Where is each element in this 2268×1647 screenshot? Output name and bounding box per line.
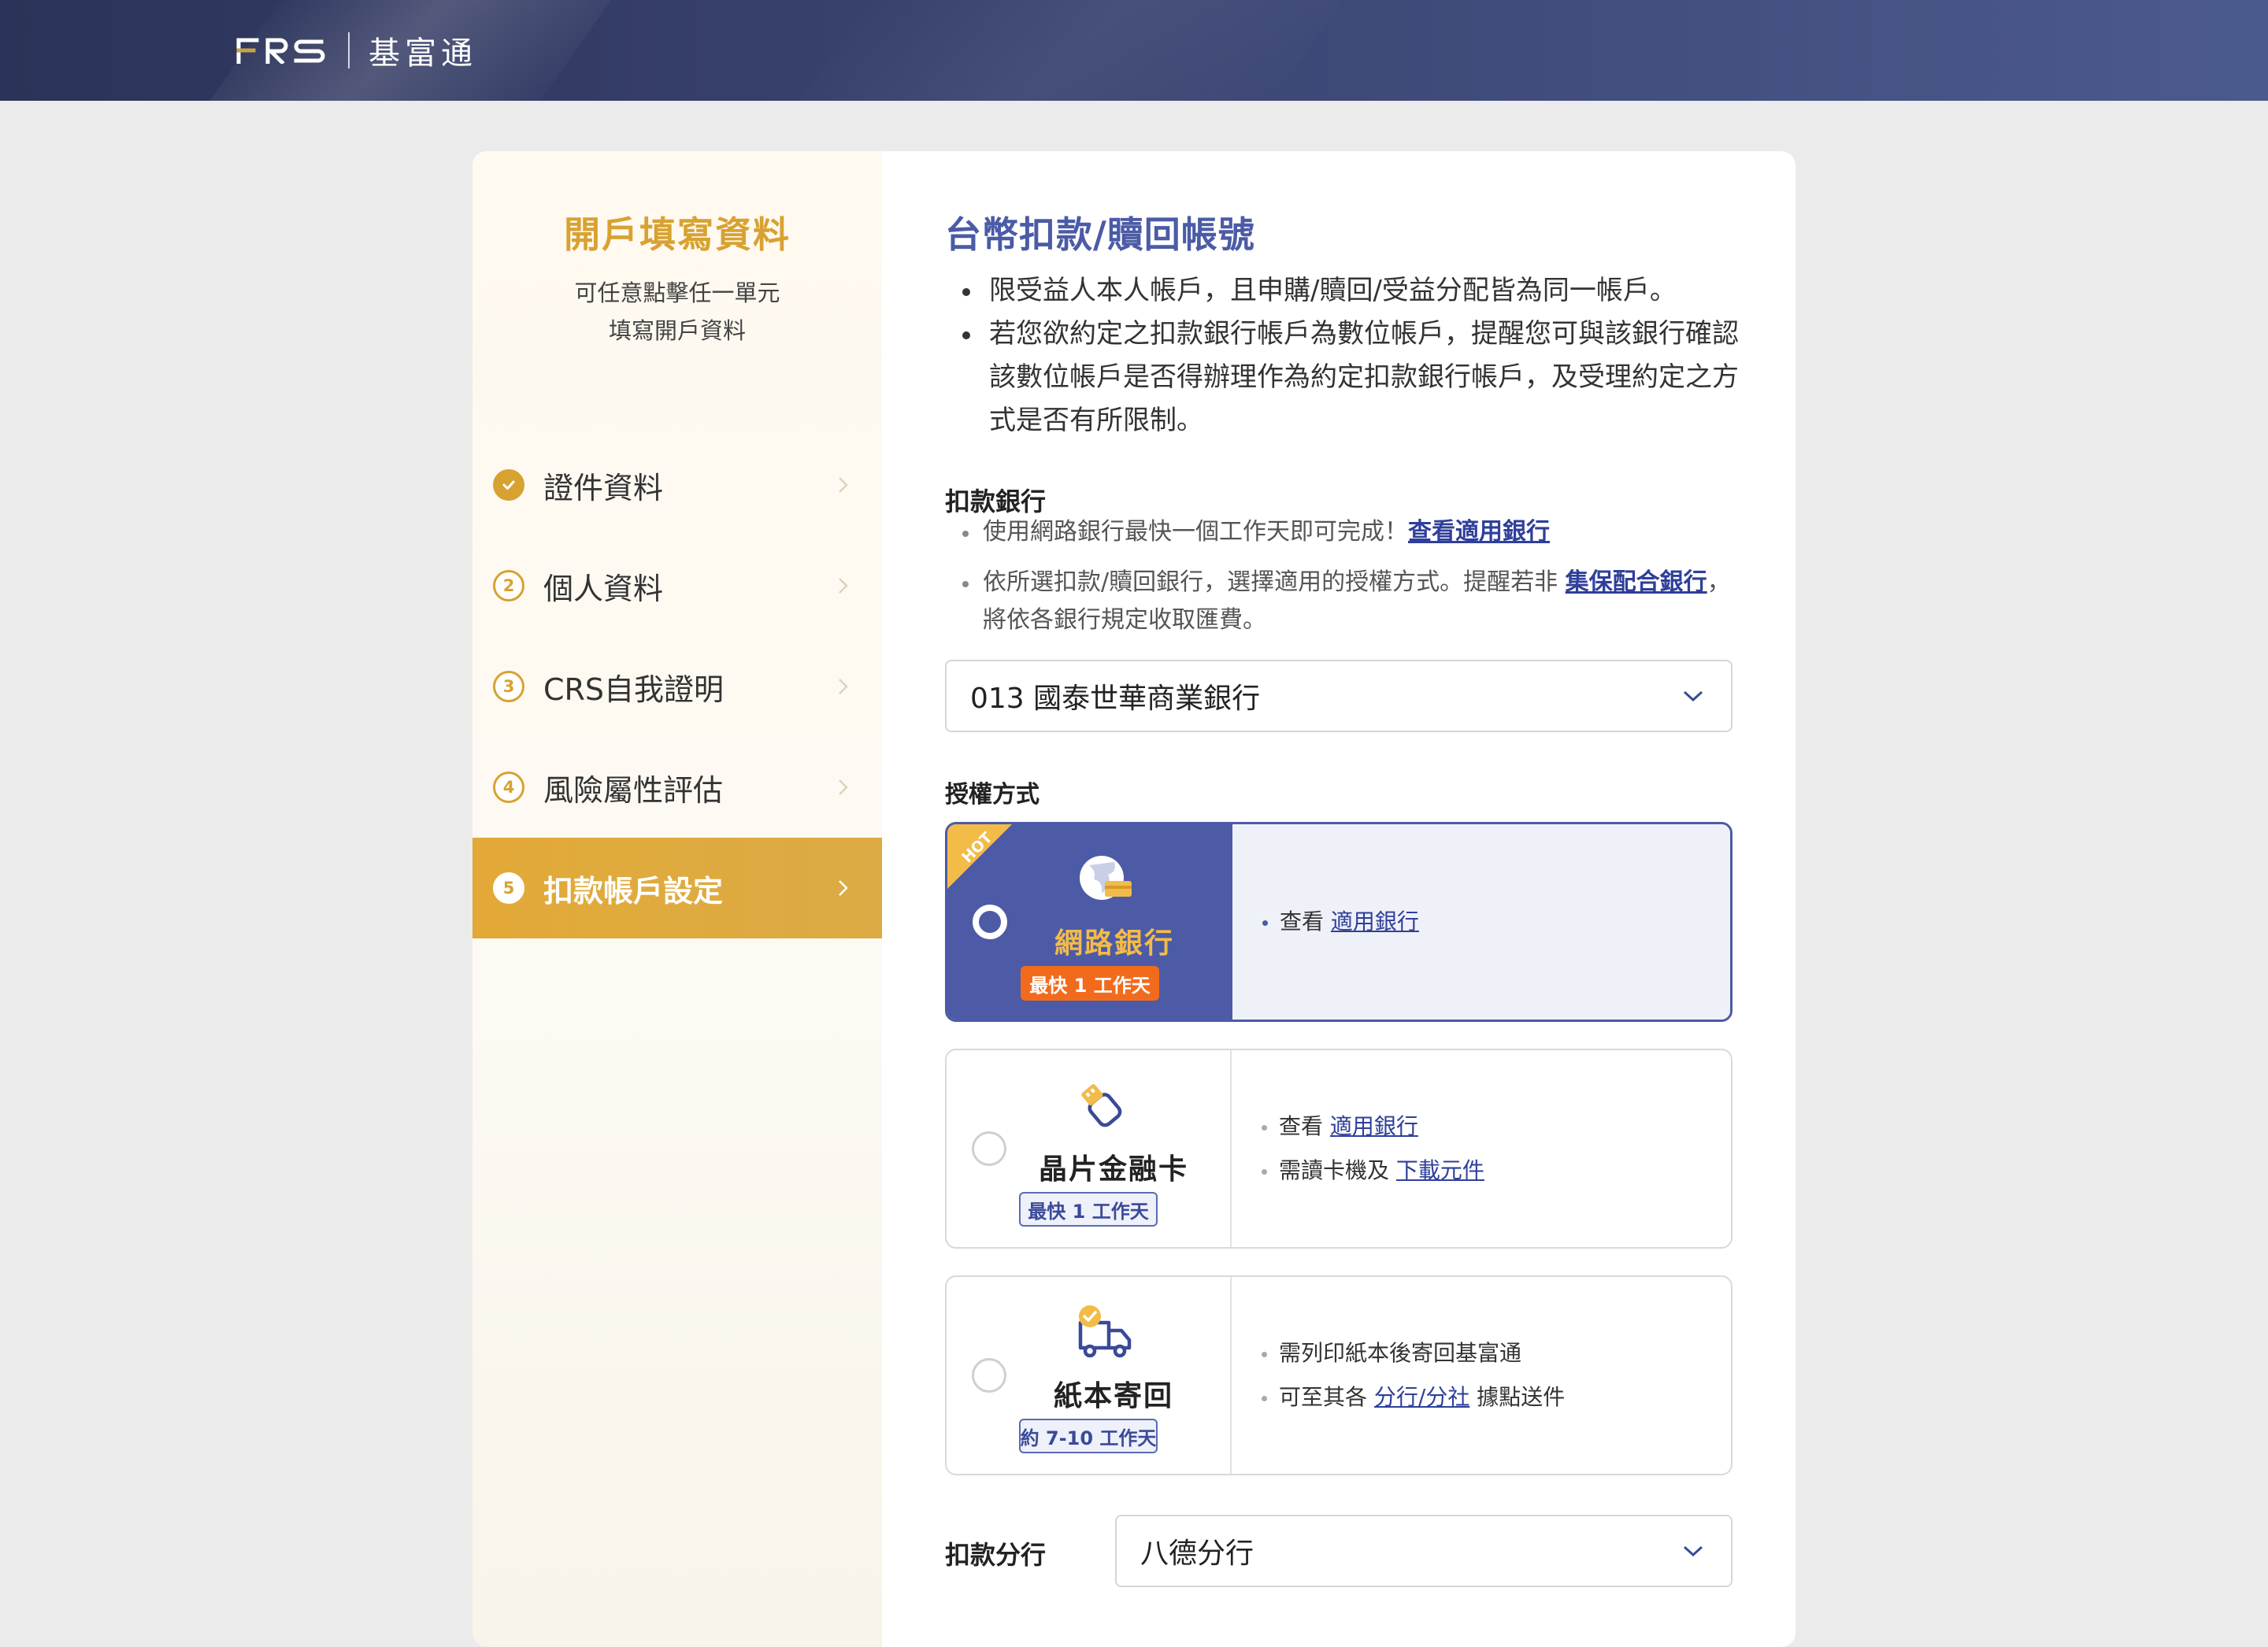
- detail-line: 需讀卡機及 下載元件: [1260, 1149, 1484, 1193]
- processing-time-badge: 最快 1 工作天: [1021, 966, 1159, 1001]
- bank-note-text: 使用網路銀行最快一個工作天即可完成！: [983, 518, 1408, 546]
- sidebar-item-label: 個人資料: [543, 571, 664, 606]
- sidebar-item-id-documents[interactable]: 證件資料: [472, 435, 882, 535]
- radio-button[interactable]: [972, 1131, 1006, 1166]
- applicable-banks-link[interactable]: 查看適用銀行: [1408, 518, 1550, 546]
- radio-button[interactable]: [972, 1358, 1006, 1393]
- applicable-banks-link[interactable]: 適用銀行: [1331, 909, 1419, 935]
- hot-ribbon: HOT: [947, 824, 1012, 889]
- bank-notes: 使用網路銀行最快一個工作天即可完成！查看適用銀行 依所選扣款/贖回銀行，選擇適用…: [945, 513, 1732, 639]
- bank-note: 依所選扣款/贖回銀行，選擇適用的授權方式。提醒若非 集保配合銀行，將依各銀行規定…: [945, 564, 1732, 639]
- check-icon: [493, 469, 524, 501]
- rule-item: 限受益人本人帳戶，且申購/贖回/受益分配皆為同一帳戶。: [945, 269, 1748, 313]
- rule-item: 若您欲約定之扣款銀行帳戶為數位帳戶，提醒您可與該銀行確認該數位帳戶是否得辦理作為…: [945, 313, 1748, 442]
- delivery-truck-icon: [1078, 1305, 1132, 1358]
- auth-option-chip-card[interactable]: 晶片金融卡 最快 1 工作天 查看 適用銀行 需讀卡機及 下載元件: [945, 1049, 1732, 1249]
- chevron-right-icon: [839, 880, 848, 896]
- step-number-badge: 4: [493, 772, 524, 803]
- auth-option-summary: 晶片金融卡 最快 1 工作天: [947, 1050, 1232, 1247]
- processing-time-badge: 最快 1 工作天: [1019, 1192, 1158, 1227]
- auth-option-details: 需列印紙本後寄回基富通 可至其各 分行/分社 據點送件: [1232, 1277, 1731, 1474]
- frs-logo-mark: [236, 37, 328, 64]
- rules-list: 限受益人本人帳戶，且申購/贖回/受益分配皆為同一帳戶。 若您欲約定之扣款銀行帳戶…: [945, 269, 1748, 442]
- sidebar-title: 開戶填寫資料: [564, 213, 791, 256]
- applicable-banks-link[interactable]: 適用銀行: [1330, 1113, 1418, 1139]
- brand-logo[interactable]: 基富通: [236, 28, 477, 72]
- branch-section-label: 扣款分行: [945, 1540, 1047, 1570]
- download-component-link[interactable]: 下載元件: [1396, 1157, 1484, 1183]
- detail-line: 查看 適用銀行: [1261, 900, 1419, 944]
- detail-line: 需列印紙本後寄回基富通: [1260, 1331, 1565, 1375]
- bank-note: 使用網路銀行最快一個工作天即可完成！查看適用銀行: [945, 513, 1732, 551]
- online-bank-icon: [1080, 856, 1132, 900]
- auth-option-name: 紙本寄回: [1053, 1380, 1173, 1412]
- radio-button[interactable]: [973, 905, 1007, 939]
- auth-option-name: 網路銀行: [1054, 927, 1174, 960]
- header-sheen-secondary: [760, 0, 1366, 101]
- chip-card-icon: [1081, 1084, 1122, 1127]
- chevron-right-icon: [839, 578, 848, 594]
- chevron-down-icon: [1683, 1545, 1703, 1557]
- auth-option-details: 查看 適用銀行 需讀卡機及 下載元件: [1232, 1050, 1731, 1247]
- sidebar-item-crs[interactable]: 3 CRS自我證明: [472, 636, 882, 737]
- step-number-badge: 5: [493, 872, 524, 904]
- auth-option-details: 查看 適用銀行: [1232, 824, 1730, 1020]
- chevron-right-icon: [839, 679, 848, 694]
- logo-divider: [348, 32, 350, 68]
- chevron-right-icon: [839, 779, 848, 795]
- chevron-down-icon: [1683, 690, 1703, 702]
- sidebar-item-label: 風險屬性評估: [543, 772, 724, 808]
- auth-section-label: 授權方式: [945, 781, 1040, 809]
- auth-option-name: 晶片金融卡: [1038, 1153, 1188, 1186]
- sidebar-item-risk-assessment[interactable]: 4 風險屬性評估: [472, 737, 882, 838]
- sidebar-subtitle-line2: 填寫開戶資料: [608, 317, 746, 344]
- sidebar-item-personal-info[interactable]: 2 個人資料: [472, 535, 882, 636]
- top-header: 基富通: [0, 0, 2268, 101]
- bank-select-value: 013 國泰世華商業銀行: [970, 683, 1261, 715]
- auth-option-summary: 紙本寄回 約 7-10 工作天: [947, 1277, 1232, 1474]
- bank-note-text: 依所選扣款/贖回銀行，選擇適用的授權方式。提醒若非: [983, 568, 1558, 596]
- branch-locations-link[interactable]: 分行/分社: [1374, 1384, 1469, 1410]
- detail-line: 查看 適用銀行: [1260, 1105, 1484, 1149]
- step-number-badge: 3: [493, 671, 524, 702]
- auth-option-summary: HOT 網路銀行 最快 1 工作天: [947, 824, 1232, 1020]
- auth-option-paper-mail[interactable]: 紙本寄回 約 7-10 工作天 需列印紙本後寄回基富通 可至其各 分行/分社 據…: [945, 1275, 1732, 1475]
- detail-line: 可至其各 分行/分社 據點送件: [1260, 1375, 1565, 1419]
- sidebar-item-label: 證件資料: [543, 470, 664, 505]
- sidebar-item-label: CRS自我證明: [543, 672, 724, 707]
- brand-name: 基富通: [369, 35, 477, 72]
- chevron-right-icon: [839, 477, 848, 493]
- sidebar-subtitle: 可任意點擊任一單元 填寫開戶資料: [472, 274, 882, 350]
- steps-sidebar: 開戶填寫資料 可任意點擊任一單元 填寫開戶資料 證件資料 2 個人資料 3 CR…: [472, 151, 882, 1647]
- form-card: 開戶填寫資料 可任意點擊任一單元 填寫開戶資料 證件資料 2 個人資料 3 CR…: [472, 151, 1796, 1647]
- processing-time-badge: 約 7-10 工作天: [1019, 1419, 1158, 1453]
- sidebar-item-label: 扣款帳戶設定: [543, 873, 724, 909]
- bank-select[interactable]: 013 國泰世華商業銀行: [945, 660, 1732, 732]
- auth-option-online-bank[interactable]: HOT 網路銀行 最快 1 工作天 查看 適用銀行: [945, 822, 1732, 1022]
- sidebar-subtitle-line1: 可任意點擊任一單元: [574, 279, 780, 306]
- step-number-badge: 2: [493, 570, 524, 601]
- branch-select-value: 八德分行: [1140, 1538, 1254, 1570]
- page-title: 台幣扣款/贖回帳號: [945, 213, 1255, 256]
- tdcc-partner-banks-link[interactable]: 集保配合銀行: [1566, 568, 1707, 596]
- branch-select[interactable]: 八德分行: [1115, 1515, 1732, 1587]
- sidebar-item-debit-account[interactable]: 5 扣款帳戶設定: [472, 838, 882, 938]
